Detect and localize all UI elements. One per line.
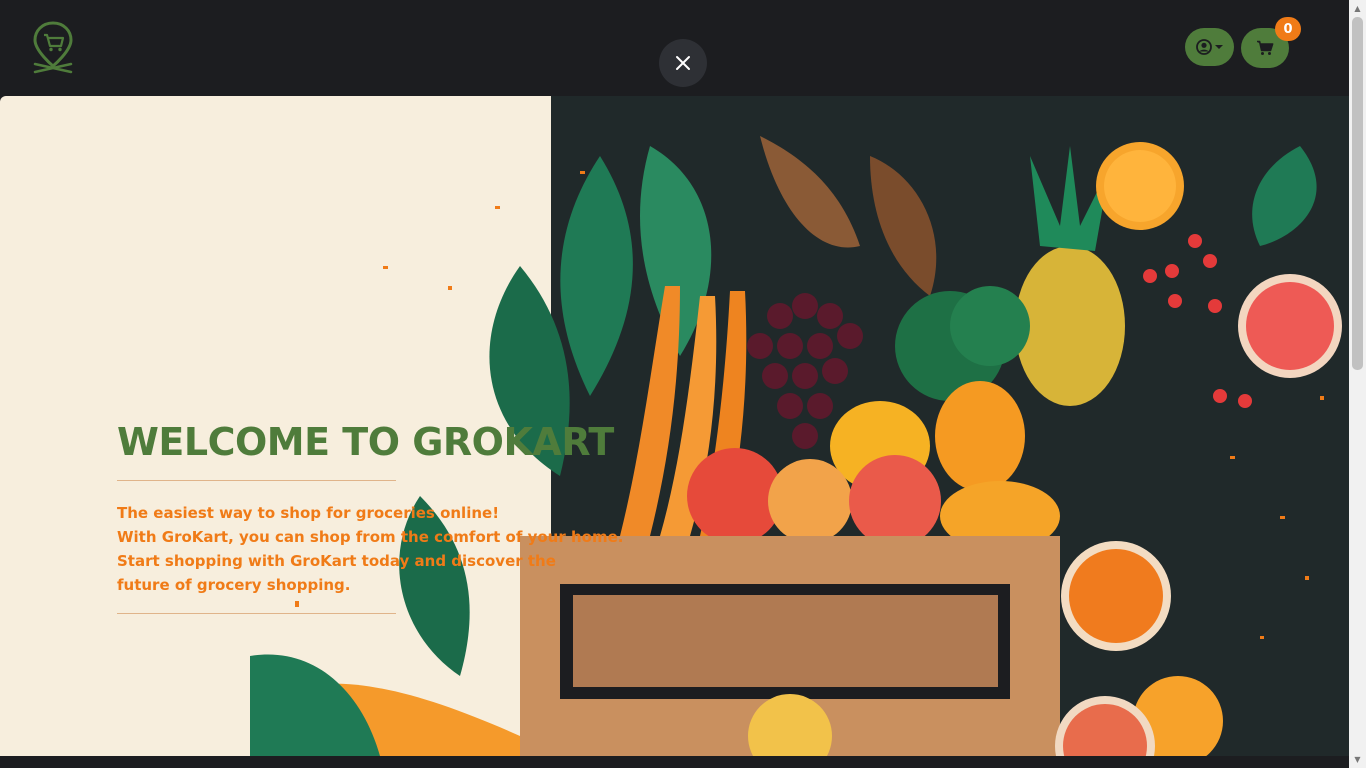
close-icon	[676, 56, 690, 70]
hero-line: The easiest way to shop for groceries on…	[117, 504, 500, 522]
hero-line: With GroKart, you can shop from the comf…	[117, 528, 624, 546]
page-bottom-edge	[0, 756, 1349, 768]
hero-text-block: WELCOME TO GROKART The easiest way to sh…	[117, 418, 624, 614]
hero-divider-top	[117, 480, 396, 481]
close-button[interactable]	[659, 39, 707, 87]
scroll-up-arrow-icon[interactable]: ▲	[1349, 0, 1366, 17]
hero-description: The easiest way to shop for groceries on…	[117, 501, 624, 597]
cart-count-badge: 0	[1275, 17, 1301, 41]
top-navbar: 0	[0, 0, 1349, 96]
page: 0 WELCOME TO GROKART The easiest way to …	[0, 0, 1366, 768]
hero-title: WELCOME TO GROKART	[117, 420, 614, 464]
hero-line: Start shopping with GroKart today and di…	[117, 552, 556, 570]
page-scrollbar[interactable]: ▲ ▼	[1349, 0, 1366, 768]
user-circle-icon	[1196, 39, 1212, 55]
welcome-hero: WELCOME TO GROKART The easiest way to sh…	[0, 96, 1349, 756]
grokart-logo-icon[interactable]	[30, 20, 76, 76]
hero-line: future of grocery shopping.	[117, 576, 351, 594]
shopping-cart-icon	[1257, 40, 1274, 55]
scroll-down-arrow-icon[interactable]: ▼	[1349, 751, 1366, 768]
caret-down-icon	[1215, 45, 1223, 49]
hero-divider-bottom	[117, 613, 396, 614]
user-menu-button[interactable]	[1185, 28, 1234, 66]
scrollbar-thumb[interactable]	[1352, 17, 1363, 370]
